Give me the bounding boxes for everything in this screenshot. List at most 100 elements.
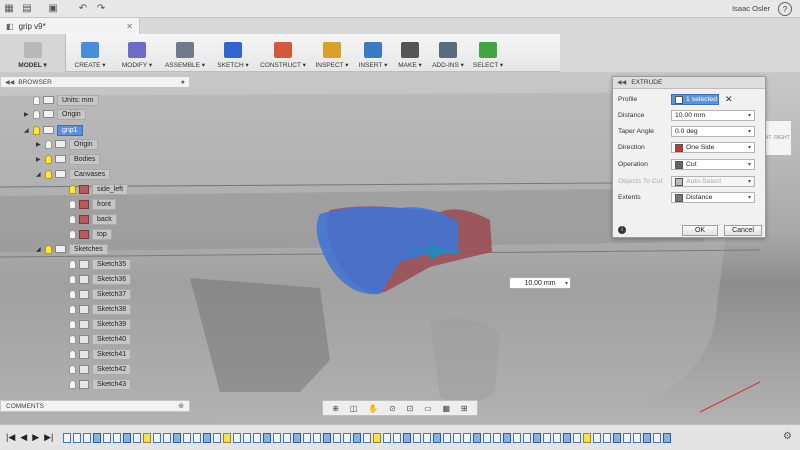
timeline-sketch-feature[interactable] [233, 432, 242, 443]
browser-node[interactable]: back [60, 213, 117, 225]
timeline-sketch-feature[interactable] [393, 432, 402, 443]
browser-node[interactable]: Sketch37 [60, 288, 132, 300]
timeline-sketch-feature[interactable] [453, 432, 462, 443]
visibility-bulb-icon[interactable] [45, 154, 52, 164]
visibility-bulb-icon[interactable] [69, 199, 76, 209]
timeline-sketch-feature[interactable] [623, 432, 632, 443]
timeline-sketch-feature[interactable] [493, 432, 502, 443]
fit-icon[interactable]: ⊡ [407, 404, 414, 413]
timeline-sketch-feature[interactable] [273, 432, 282, 443]
timeline-canvas-feature[interactable] [583, 432, 592, 443]
timeline-extrude-feature[interactable] [533, 432, 542, 443]
help-icon[interactable]: ? [778, 2, 792, 16]
timeline-sketch-feature[interactable] [483, 432, 492, 443]
orbit-icon[interactable]: ⊕ [332, 404, 339, 413]
timeline-sketch-feature[interactable] [513, 432, 522, 443]
visibility-bulb-icon[interactable] [69, 379, 76, 389]
timeline-sketch-feature[interactable] [593, 432, 602, 443]
ribbon-create-button[interactable]: CREATE ▾ [66, 34, 114, 72]
timeline-canvas-feature[interactable] [223, 432, 232, 443]
visibility-bulb-icon[interactable] [33, 125, 40, 135]
ribbon-sketch-button[interactable]: SKETCH ▾ [210, 34, 256, 72]
extrude-dialog-header[interactable]: ◀◀ EXTRUDE [613, 77, 765, 89]
browser-header[interactable]: ◀◀ BROWSER ● [0, 76, 190, 88]
timeline-sketch-feature[interactable] [193, 432, 202, 443]
chevron-down-icon[interactable]: ▾ [565, 280, 568, 287]
browser-node[interactable]: Sketch39 [60, 318, 132, 330]
browser-node[interactable]: ▶ Origin [36, 138, 98, 150]
extrude-field-operation[interactable]: Cut ▾ [671, 159, 755, 170]
timeline-canvas-feature[interactable] [143, 432, 152, 443]
gear-icon[interactable]: ⚙ [783, 431, 792, 442]
chevron-down-icon[interactable]: ▾ [748, 178, 751, 185]
collapse-icon[interactable]: ◀◀ [5, 79, 14, 86]
visibility-bulb-icon[interactable] [69, 319, 76, 329]
timeline-extrude-feature[interactable] [123, 432, 132, 443]
expand-arrow-icon[interactable]: ▶ [24, 111, 30, 118]
ok-button[interactable]: OK [682, 224, 718, 236]
file-icon[interactable]: ▤ [18, 0, 36, 18]
timeline-sketch-feature[interactable] [133, 432, 142, 443]
ribbon-insert-button[interactable]: INSERT ▾ [354, 34, 392, 72]
browser-node[interactable]: Units: mm [24, 94, 99, 106]
timeline-extrude-feature[interactable] [643, 432, 652, 443]
expand-arrow-icon[interactable]: ◢ [24, 127, 30, 134]
visibility-bulb-icon[interactable] [69, 289, 76, 299]
timeline-extrude-feature[interactable] [403, 432, 412, 443]
browser-node[interactable]: front [60, 198, 117, 210]
expand-arrow-icon[interactable]: ▶ [36, 156, 42, 163]
browser-node[interactable]: Sketch36 [60, 273, 132, 285]
visibility-bulb-icon[interactable] [69, 364, 76, 374]
browser-node[interactable]: ◢ Canvases [36, 168, 111, 180]
timeline-sketch-feature[interactable] [253, 432, 262, 443]
go-to-start-icon[interactable]: |◀ [6, 432, 15, 443]
user-name[interactable]: Isaac Osler [732, 4, 770, 13]
extrude-field-distance[interactable]: 10.00 mm ▾ [671, 110, 755, 121]
display-settings-icon[interactable]: ▭ [424, 404, 432, 413]
timeline-sketch-feature[interactable] [363, 432, 372, 443]
ribbon-add-ins-button[interactable]: ADD-INS ▾ [428, 34, 468, 72]
timeline-sketch-feature[interactable] [413, 432, 422, 443]
ribbon-assemble-button[interactable]: ASSEMBLE ▾ [160, 34, 210, 72]
timeline-sketch-feature[interactable] [553, 432, 562, 443]
viewports-icon[interactable]: ⊞ [461, 404, 468, 413]
visibility-bulb-icon[interactable] [69, 274, 76, 284]
timeline-sketch-feature[interactable] [383, 432, 392, 443]
ribbon-construct-button[interactable]: CONSTRUCT ▾ [256, 34, 310, 72]
timeline-sketch-feature[interactable] [243, 432, 252, 443]
timeline-sketch-feature[interactable] [83, 432, 92, 443]
step-back-icon[interactable]: ◀ [20, 432, 27, 443]
visibility-bulb-icon[interactable] [69, 349, 76, 359]
ribbon-make-button[interactable]: MAKE ▾ [392, 34, 428, 72]
chevron-down-icon[interactable]: ▾ [748, 161, 751, 168]
save-icon[interactable]: ▣ [44, 0, 62, 18]
browser-node[interactable]: Sketch40 [60, 333, 132, 345]
step-forward-icon[interactable]: ▶| [44, 432, 53, 443]
visibility-bulb-icon[interactable] [45, 139, 52, 149]
distance-manipulator-input[interactable]: 10.00 mm ▾ [509, 277, 571, 289]
browser-node[interactable]: Sketch41 [60, 348, 132, 360]
expand-arrow-icon[interactable]: ◢ [36, 246, 42, 253]
timeline-sketch-feature[interactable] [213, 432, 222, 443]
timeline-sketch-feature[interactable] [633, 432, 642, 443]
expand-arrow-icon[interactable]: ◢ [36, 171, 42, 178]
add-comment-icon[interactable]: ⊕ [178, 402, 184, 410]
timeline-extrude-feature[interactable] [173, 432, 182, 443]
timeline-canvas-feature[interactable] [373, 432, 382, 443]
timeline-sketch-feature[interactable] [303, 432, 312, 443]
extrude-field-extents[interactable]: Distance ▾ [671, 192, 755, 203]
chevron-down-icon[interactable]: ▾ [748, 112, 751, 119]
ribbon-modify-button[interactable]: MODIFY ▾ [114, 34, 160, 72]
pin-icon[interactable]: ● [181, 79, 185, 86]
timeline-extrude-feature[interactable] [663, 432, 672, 443]
timeline-sketch-feature[interactable] [183, 432, 192, 443]
close-tab-icon[interactable]: ✕ [126, 22, 133, 31]
browser-node[interactable]: ◢ Sketches [36, 243, 108, 255]
timeline-sketch-feature[interactable] [283, 432, 292, 443]
browser-node[interactable]: Sketch43 [60, 378, 132, 390]
ribbon-model-button[interactable]: MODEL ▾ [0, 34, 66, 72]
extrude-field-profile[interactable]: 1 selected [671, 94, 719, 105]
timeline-sketch-feature[interactable] [313, 432, 322, 443]
browser-node[interactable]: ▶ Origin [24, 108, 86, 120]
timeline-sketch-feature[interactable] [543, 432, 552, 443]
